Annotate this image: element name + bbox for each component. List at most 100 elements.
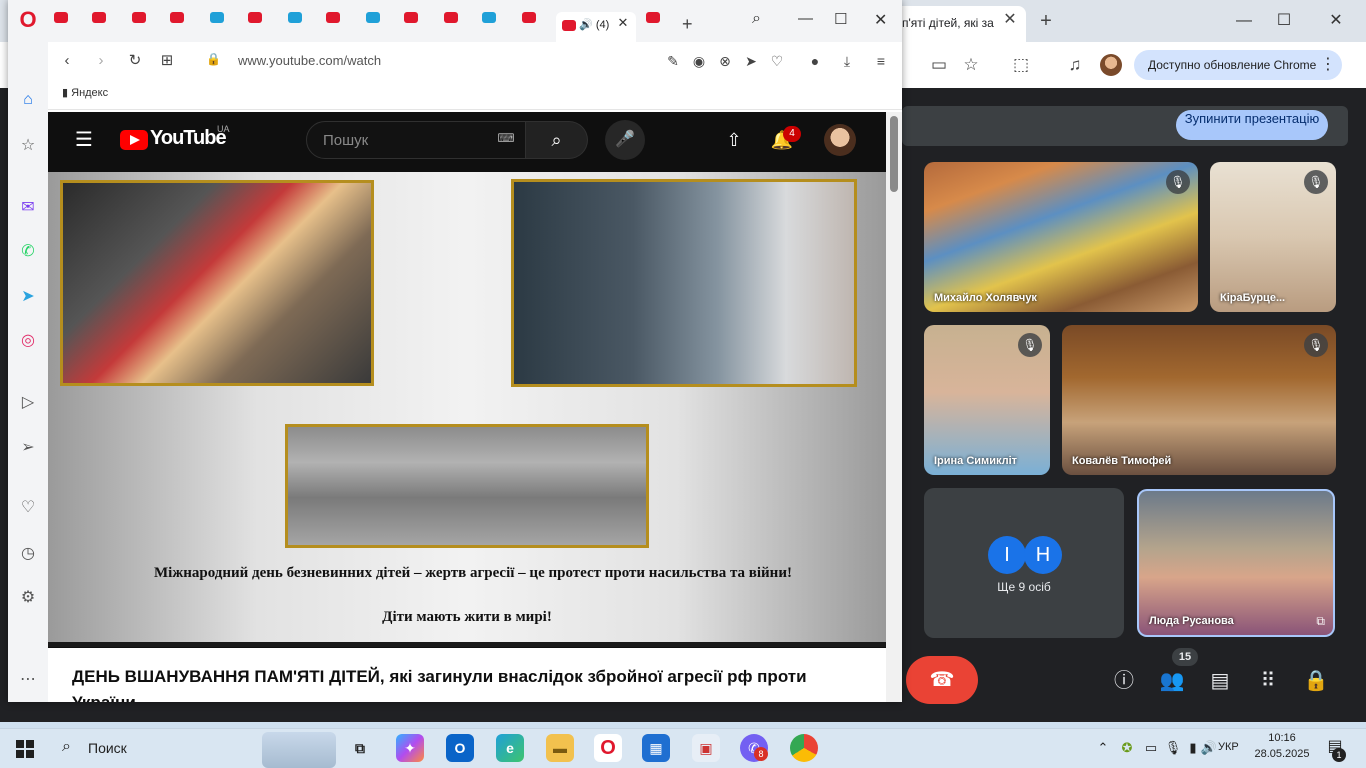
store-icon[interactable]: ▦	[642, 734, 670, 762]
menu-icon[interactable]: ☰	[72, 126, 96, 154]
player-icon[interactable]: ▷	[14, 389, 42, 417]
close-window-icon[interactable]: ✕	[1316, 8, 1356, 34]
instagram-icon[interactable]: ◎	[14, 327, 42, 355]
speed-dial-icon[interactable]: ⊞	[156, 50, 178, 72]
tray-app-icon[interactable]: ✪	[1118, 738, 1136, 758]
more-icon[interactable]: ⋯	[14, 666, 42, 694]
media-control-icon[interactable]: ♫	[1062, 52, 1088, 78]
minimize-icon[interactable]: —	[1224, 8, 1264, 34]
tab-youtube[interactable]	[54, 12, 70, 32]
app-icon[interactable]: ▣	[692, 734, 720, 762]
tab-ms[interactable]	[288, 12, 304, 32]
home-icon[interactable]: ⌂	[14, 86, 42, 114]
edge-icon[interactable]: e	[496, 734, 524, 762]
participant-tile[interactable]: 🎙 КіраБурце...	[1210, 162, 1336, 312]
share-icon[interactable]: ✎	[662, 50, 684, 72]
star-icon[interactable]: ☆	[958, 52, 984, 78]
telegram-icon[interactable]: ➤	[14, 283, 42, 311]
avatar[interactable]	[824, 124, 856, 156]
account-icon[interactable]: ●	[804, 50, 826, 72]
chat-icon[interactable]: ▤	[1205, 666, 1235, 696]
close-icon[interactable]: ✕	[616, 16, 630, 30]
new-tab-button[interactable]: +	[1036, 10, 1056, 32]
opera-icon[interactable]: O	[594, 734, 622, 762]
settings-icon[interactable]: ⚙	[14, 584, 42, 612]
chevron-up-icon[interactable]: ⌃	[1094, 738, 1112, 758]
close-window-icon[interactable]: ✕	[874, 10, 887, 30]
video-progress-bar[interactable]	[48, 642, 886, 647]
tab-ms[interactable]	[210, 12, 226, 32]
back-icon[interactable]: ‹	[56, 50, 78, 72]
scrollbar[interactable]	[886, 112, 902, 702]
windows-start-icon[interactable]	[16, 740, 34, 758]
tab-youtube[interactable]	[444, 12, 460, 32]
copilot-icon[interactable]: ✦	[396, 734, 424, 762]
whatsapp-icon[interactable]: ✆	[14, 238, 42, 266]
messenger-icon[interactable]: ✉	[14, 194, 42, 222]
heart-icon[interactable]: ♡	[766, 50, 788, 72]
search-tabs-icon[interactable]: ⌕	[752, 10, 761, 28]
tab-youtube[interactable]	[522, 12, 538, 32]
tab-youtube[interactable]	[404, 12, 420, 32]
keyboard-icon[interactable]: ⌨	[496, 131, 516, 147]
stop-presenting-button[interactable]: Зупинити презентацію	[1176, 110, 1328, 140]
voice-search-button[interactable]: 🎤	[605, 120, 645, 160]
taskbar-search[interactable]: Поиск	[88, 740, 148, 758]
youtube-logo-text[interactable]: YouTube	[150, 127, 227, 153]
clock-date[interactable]: 28.05.2025	[1252, 748, 1312, 764]
tab-ms[interactable]	[366, 12, 382, 32]
easy-setup-icon[interactable]: ≡	[870, 50, 892, 72]
self-view-tile[interactable]: Люда Русанова ⧉	[1137, 489, 1335, 637]
search-button[interactable]: ⌕	[526, 121, 588, 159]
search-highlight-image[interactable]	[262, 732, 336, 768]
search-icon[interactable]: ⌕	[62, 738, 82, 758]
download-icon[interactable]: ⤓	[836, 50, 858, 72]
participant-tile[interactable]: 🎙 Михайло Холявчук	[924, 162, 1198, 312]
forward-icon[interactable]: ›	[90, 50, 112, 72]
info-icon[interactable]: ⓘ	[1109, 666, 1139, 696]
maximize-icon[interactable]: ☐	[1264, 8, 1304, 34]
camera-icon[interactable]: ▭	[926, 52, 952, 78]
more-participants-tile[interactable]: І Н Ще 9 осіб	[924, 488, 1124, 638]
chrome-icon[interactable]	[790, 734, 818, 762]
bookmark-yandex[interactable]: ▮ Яндекс	[62, 86, 182, 104]
tab-youtube[interactable]	[248, 12, 264, 32]
language-indicator[interactable]: УКР	[1218, 741, 1244, 757]
microphone-icon[interactable]: 🎙	[1164, 738, 1182, 758]
speaker-icon[interactable]: 🔊	[1200, 738, 1218, 758]
chrome-update-button[interactable]: Доступно обновление Chrome	[1134, 50, 1342, 80]
pip-icon[interactable]: ⧉	[1316, 614, 1325, 629]
host-controls-icon[interactable]: 🔒	[1301, 666, 1331, 696]
tab-ms[interactable]	[482, 12, 498, 32]
people-icon[interactable]: 👥	[1157, 666, 1187, 696]
maximize-icon[interactable]: ☐	[834, 10, 847, 28]
activities-icon[interactable]: ⠿	[1253, 666, 1283, 696]
tab-youtube[interactable]	[326, 12, 342, 32]
scrollbar-thumb[interactable]	[890, 116, 898, 192]
tab-youtube[interactable]	[170, 12, 186, 32]
hang-up-button[interactable]: ☎	[906, 656, 978, 704]
adblock-icon[interactable]: ⊗	[714, 50, 736, 72]
reload-icon[interactable]: ↻	[124, 50, 146, 72]
tab-youtube[interactable]	[646, 12, 662, 32]
opera-logo-icon[interactable]: O	[16, 8, 40, 32]
close-icon[interactable]: ✕	[1000, 10, 1020, 30]
file-explorer-icon[interactable]: ▬	[546, 734, 574, 762]
minimize-icon[interactable]: —	[798, 10, 813, 27]
clock-time[interactable]: 10:16	[1252, 732, 1312, 748]
task-view-icon[interactable]: ⧉	[346, 734, 374, 762]
address-bar[interactable]: www.youtube.com/watch	[238, 53, 538, 71]
send-icon[interactable]: ➤	[740, 50, 762, 72]
participant-tile[interactable]: 🎙 Ірина Симикліт	[924, 325, 1050, 475]
heart-icon[interactable]: ♡	[14, 494, 42, 522]
snapshot-icon[interactable]: ◉	[688, 50, 710, 72]
send-icon[interactable]: ➢	[14, 434, 42, 462]
outlook-icon[interactable]: O	[446, 734, 474, 762]
tab-youtube[interactable]	[92, 12, 108, 32]
new-tab-button[interactable]: +	[682, 14, 693, 35]
participant-tile[interactable]: 🎙 Ковалёв Тимофей	[1062, 325, 1336, 475]
search-input[interactable]: Пошук	[306, 121, 526, 159]
meet-tray-icon[interactable]: ▭	[1142, 738, 1160, 758]
star-icon[interactable]: ☆	[14, 132, 42, 160]
upload-icon[interactable]: ⇧	[722, 128, 746, 152]
